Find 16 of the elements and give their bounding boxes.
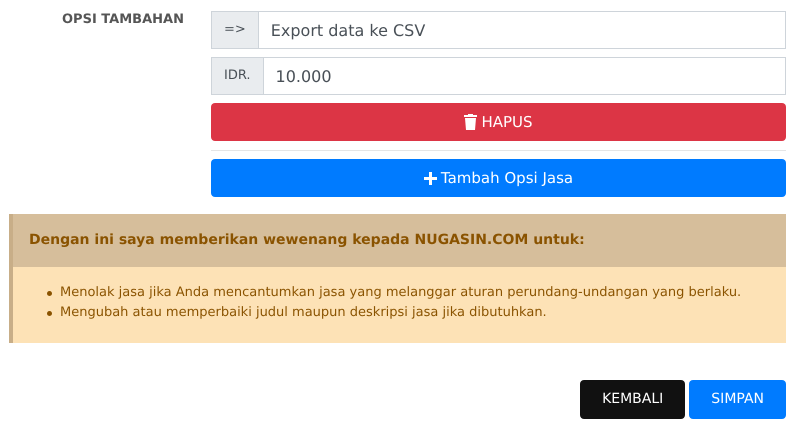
notice-heading: Dengan ini saya memberikan wewenang kepada NUGASIN.COM untuk: xyxy=(13,214,786,267)
plus-icon xyxy=(424,172,437,184)
input-field[interactable]: Export data ke CSV xyxy=(258,11,786,49)
section-label: OPSI TAMBAHAN xyxy=(62,11,185,29)
add-option-button[interactable]: Tambah Opsi Jasa xyxy=(211,159,786,197)
input-prefix: => xyxy=(211,11,258,49)
footer-button[interactable]: KEMBALI xyxy=(580,380,686,419)
input-prefix: IDR. xyxy=(211,57,263,95)
bullet-icon xyxy=(47,310,52,316)
delete-button[interactable]: HAPUS xyxy=(211,103,786,141)
footer-button[interactable]: SIMPAN xyxy=(689,380,786,419)
bullet-icon xyxy=(47,290,52,296)
notice-item: Menolak jasa jika Anda mencantumkan jasa yang melanggar aturan perundang-undangan yang berlaku. xyxy=(60,284,742,302)
trash-icon xyxy=(464,114,478,130)
notice-item: Mengubah atau memperbaiki judul maupun deskripsi jasa jika dibutuhkan. xyxy=(60,304,547,322)
input-field[interactable]: 10.000 xyxy=(262,57,786,95)
